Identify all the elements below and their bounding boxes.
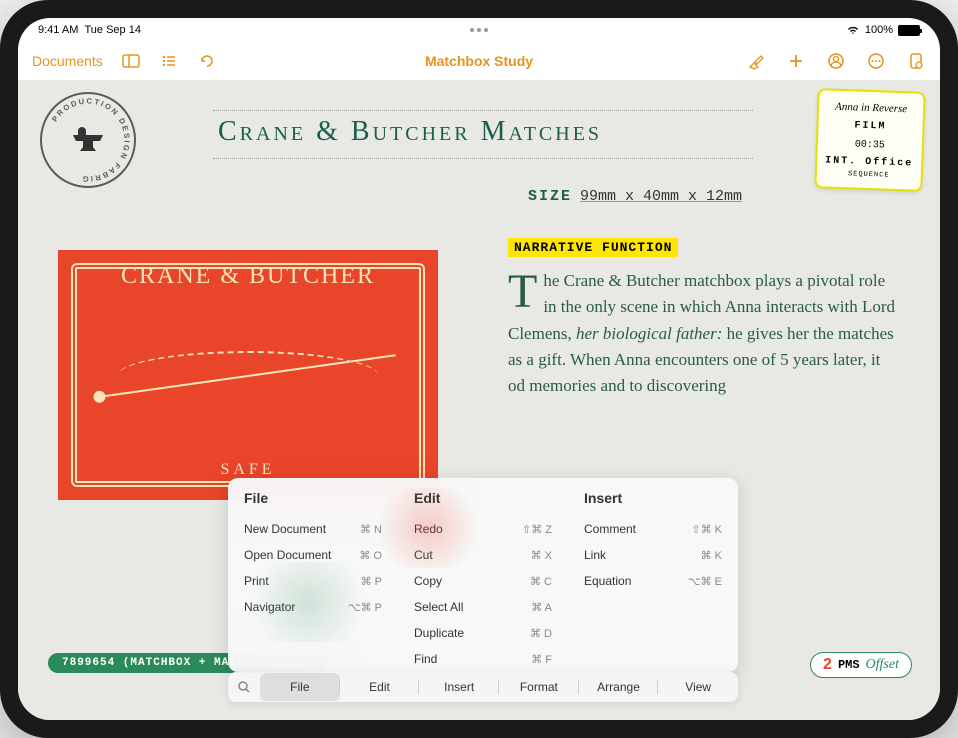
shortcuts-search-icon[interactable] [228, 680, 260, 694]
pms-count: 2 [823, 656, 832, 674]
insert-add-icon[interactable] [786, 51, 806, 71]
shortcut-find[interactable]: Find⌘ F [414, 646, 552, 672]
status-right: 100% [846, 24, 920, 36]
sidebar-toggle-icon[interactable] [121, 51, 141, 71]
shortcut-redo[interactable]: Redo⇧⌘ Z [414, 516, 552, 542]
shortcuts-head-file: File [244, 490, 382, 506]
shortcut-comment[interactable]: Comment⇧⌘ K [584, 516, 722, 542]
body-emphasis: her biological father: [576, 324, 722, 343]
document-canvas[interactable]: PRODUCTION DESIGN FABRIG Crane & Butcher… [18, 80, 940, 720]
document-settings-icon[interactable] [906, 51, 926, 71]
production-stamp: PRODUCTION DESIGN FABRIG [40, 92, 136, 188]
matchbox-illustration: CRANE & BUTCHER SAFE [58, 250, 438, 500]
size-row: SIZE 99mm x 40mm x 12mm [528, 188, 742, 205]
film-info-card[interactable]: Anna in Reverse FILM 00:35 INT. Office S… [814, 88, 925, 192]
shortcuts-head-insert: Insert [584, 490, 722, 506]
shortcuts-tab-file[interactable]: File [260, 673, 340, 701]
narrative-header: NARRATIVE FUNCTION [508, 238, 678, 257]
status-time: 9:41 AM [38, 24, 78, 36]
anvil-icon [68, 125, 108, 155]
shortcut-copy[interactable]: Copy⌘ C [414, 568, 552, 594]
shortcut-new-document[interactable]: New Document⌘ N [244, 516, 382, 542]
shortcuts-col-file: File New Document⌘ N Open Document⌘ O Pr… [228, 490, 398, 672]
screen: 9:41 AM Tue Sep 14 100% Documents Matchb… [18, 18, 940, 720]
format-brush-icon[interactable] [746, 51, 766, 71]
document-title[interactable]: Matchbox Study [425, 53, 533, 69]
size-value: 99mm x 40mm x 12mm [580, 188, 742, 205]
shortcut-navigator[interactable]: Navigator⌥⌘ P [244, 594, 382, 620]
shortcut-cut[interactable]: Cut⌘ X [414, 542, 552, 568]
shortcut-open-document[interactable]: Open Document⌘ O [244, 542, 382, 568]
more-icon[interactable] [866, 51, 886, 71]
keyboard-shortcuts-panel: File New Document⌘ N Open Document⌘ O Pr… [228, 478, 738, 672]
ipad-device-frame: 9:41 AM Tue Sep 14 100% Documents Matchb… [0, 0, 958, 738]
shortcuts-tab-edit[interactable]: Edit [340, 673, 420, 701]
shortcuts-tab-bar: File Edit Insert Format Arrange View [228, 672, 738, 702]
app-toolbar: Documents Matchbox Study [18, 42, 940, 80]
shortcuts-col-edit: Edit Redo⇧⌘ Z Cut⌘ X Copy⌘ C Select All⌘… [398, 490, 568, 672]
shortcuts-col-insert: Insert Comment⇧⌘ K Link⌘ K Equation⌥⌘ E [568, 490, 738, 672]
battery-icon [898, 25, 920, 36]
shortcut-duplicate[interactable]: Duplicate⌘ D [414, 620, 552, 646]
pms-tag: 2 PMS Offset [810, 652, 912, 678]
shortcuts-tab-format[interactable]: Format [499, 673, 579, 701]
title-rule-top [213, 110, 753, 111]
film-title: Anna in Reverse [825, 98, 918, 118]
documents-back-button[interactable]: Documents [32, 53, 103, 69]
undo-icon[interactable] [197, 51, 217, 71]
wifi-icon [846, 25, 860, 35]
dropcap: T [508, 268, 543, 312]
film-timecode: 00:35 [824, 136, 916, 154]
shortcut-print[interactable]: Print⌘ P [244, 568, 382, 594]
shortcut-equation[interactable]: Equation⌥⌘ E [584, 568, 722, 594]
document-heading: Crane & Butcher Matches [218, 116, 602, 148]
body-paragraph: The Crane & Butcher matchbox plays a piv… [508, 268, 898, 400]
status-date: Tue Sep 14 [84, 24, 140, 36]
film-location: INT. Office [823, 153, 915, 171]
battery-percent: 100% [865, 24, 893, 36]
shortcut-select-all[interactable]: Select All⌘ A [414, 594, 552, 620]
shortcuts-tab-insert[interactable]: Insert [419, 673, 499, 701]
pms-style: Offset [866, 657, 899, 673]
collaborate-icon[interactable] [826, 51, 846, 71]
size-label: SIZE [528, 188, 572, 205]
shortcuts-tab-arrange[interactable]: Arrange [579, 673, 659, 701]
shortcut-link[interactable]: Link⌘ K [584, 542, 722, 568]
shortcuts-head-edit: Edit [414, 490, 552, 506]
view-options-icon[interactable] [159, 51, 179, 71]
shortcuts-tab-view[interactable]: View [658, 673, 738, 701]
status-bar: 9:41 AM Tue Sep 14 100% [18, 18, 940, 42]
matchbox-safety: SAFE [220, 461, 275, 479]
multitask-dots[interactable] [470, 28, 488, 32]
pms-label: PMS [838, 658, 860, 672]
film-type: FILM [824, 117, 916, 135]
status-left: 9:41 AM Tue Sep 14 [38, 24, 141, 36]
title-rule-bottom [213, 158, 753, 159]
matchbox-brand: CRANE & BUTCHER [121, 263, 375, 290]
